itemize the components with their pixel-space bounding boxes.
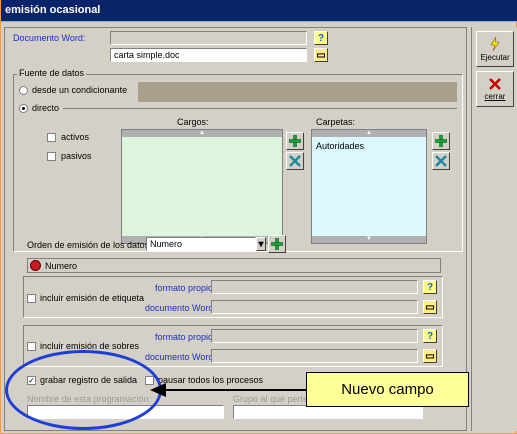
callout-box: Nuevo campo bbox=[306, 372, 469, 407]
folder-icon[interactable]: ▭ bbox=[423, 349, 437, 363]
title-bar: emisión ocasional bbox=[1, 0, 517, 22]
condicionante-field[interactable] bbox=[138, 82, 457, 102]
x-icon bbox=[435, 155, 447, 167]
radio-directo[interactable] bbox=[19, 104, 28, 113]
orden-list[interactable] bbox=[27, 258, 441, 273]
record-icon[interactable] bbox=[30, 260, 41, 271]
plus-icon bbox=[435, 135, 447, 147]
lightning-icon bbox=[490, 36, 500, 51]
checkbox-sobres[interactable] bbox=[27, 342, 36, 351]
checkbox-activos[interactable] bbox=[47, 133, 56, 142]
grupo-field[interactable] bbox=[233, 405, 423, 419]
scroll-up-icon[interactable]: ▲ bbox=[122, 130, 282, 137]
document-file-field[interactable]: carta simple.doc bbox=[110, 48, 307, 62]
scroll-down-icon[interactable]: ▼ bbox=[312, 236, 426, 243]
cargos-list[interactable]: ▲ ▼ bbox=[121, 129, 283, 244]
remove-cargo-button[interactable] bbox=[286, 152, 304, 170]
ejecutar-button[interactable]: Ejecutar bbox=[476, 31, 514, 67]
sobres-documento-label: documento Word bbox=[145, 352, 214, 362]
orden-select[interactable]: Numero bbox=[146, 237, 256, 251]
carpetas-item[interactable]: Autoridades bbox=[316, 141, 364, 151]
help-icon[interactable]: ? bbox=[423, 329, 437, 343]
add-carpeta-button[interactable] bbox=[432, 132, 450, 150]
folder-icon[interactable]: ▭ bbox=[423, 300, 437, 314]
checkbox-pasivos[interactable] bbox=[47, 152, 56, 161]
close-icon bbox=[489, 77, 501, 90]
help-icon[interactable]: ? bbox=[314, 31, 328, 45]
plus-icon bbox=[289, 135, 301, 147]
etiqueta-formato-label: formato propio bbox=[155, 283, 214, 293]
cerrar-button[interactable]: cerrar bbox=[476, 71, 514, 107]
sobres-documento-field[interactable] bbox=[211, 349, 418, 363]
radio-condicionante[interactable] bbox=[19, 86, 28, 95]
cerrar-label: cerrar bbox=[484, 91, 506, 101]
remove-carpeta-button[interactable] bbox=[432, 152, 450, 170]
etiqueta-formato-field[interactable] bbox=[211, 280, 418, 294]
divider bbox=[63, 108, 457, 109]
add-orden-button[interactable] bbox=[268, 235, 286, 253]
x-icon bbox=[289, 155, 301, 167]
orden-label: Orden de emisión de los datos: bbox=[27, 240, 152, 250]
documento-word-field[interactable] bbox=[110, 31, 307, 45]
sobres-formato-field[interactable] bbox=[211, 329, 418, 343]
sobres-formato-label: formato propio bbox=[155, 332, 214, 342]
checkbox-etiqueta[interactable] bbox=[27, 294, 36, 303]
radio-directo-label: directo bbox=[32, 103, 60, 113]
carpetas-list[interactable]: ▲ Autoridades ▼ bbox=[311, 129, 427, 244]
window-title: emisión ocasional bbox=[5, 4, 101, 16]
scroll-up-icon[interactable]: ▲ bbox=[312, 130, 426, 137]
etiqueta-documento-label: documento Word bbox=[145, 303, 214, 313]
documento-word-label: Documento Word: bbox=[13, 33, 86, 43]
cargos-label: Cargos: bbox=[177, 117, 209, 127]
chevron-down-icon[interactable]: ▾ bbox=[256, 237, 266, 251]
carpetas-label: Carpetas: bbox=[316, 117, 356, 127]
fuente-title: Fuente de datos bbox=[17, 68, 87, 78]
checkbox-pasivos-label: pasivos bbox=[61, 151, 92, 161]
plus-icon bbox=[271, 238, 283, 250]
add-cargo-button[interactable] bbox=[286, 132, 304, 150]
arrow-icon bbox=[150, 383, 308, 397]
folder-icon[interactable]: ▭ bbox=[314, 48, 328, 62]
action-sidebar: Ejecutar cerrar bbox=[471, 27, 517, 431]
orden-list-item[interactable]: Numero bbox=[45, 261, 77, 271]
radio-condicionante-label: desde un condicionante bbox=[32, 85, 128, 95]
etiqueta-documento-field[interactable] bbox=[211, 300, 418, 314]
checkbox-etiqueta-label: incluir emisión de etiqueta bbox=[40, 293, 145, 303]
checkbox-activos-label: activos bbox=[61, 132, 90, 142]
help-icon[interactable]: ? bbox=[423, 280, 437, 294]
callout-text: Nuevo campo bbox=[341, 381, 434, 398]
ejecutar-label: Ejecutar bbox=[480, 52, 510, 62]
highlight-ellipse bbox=[5, 350, 162, 430]
